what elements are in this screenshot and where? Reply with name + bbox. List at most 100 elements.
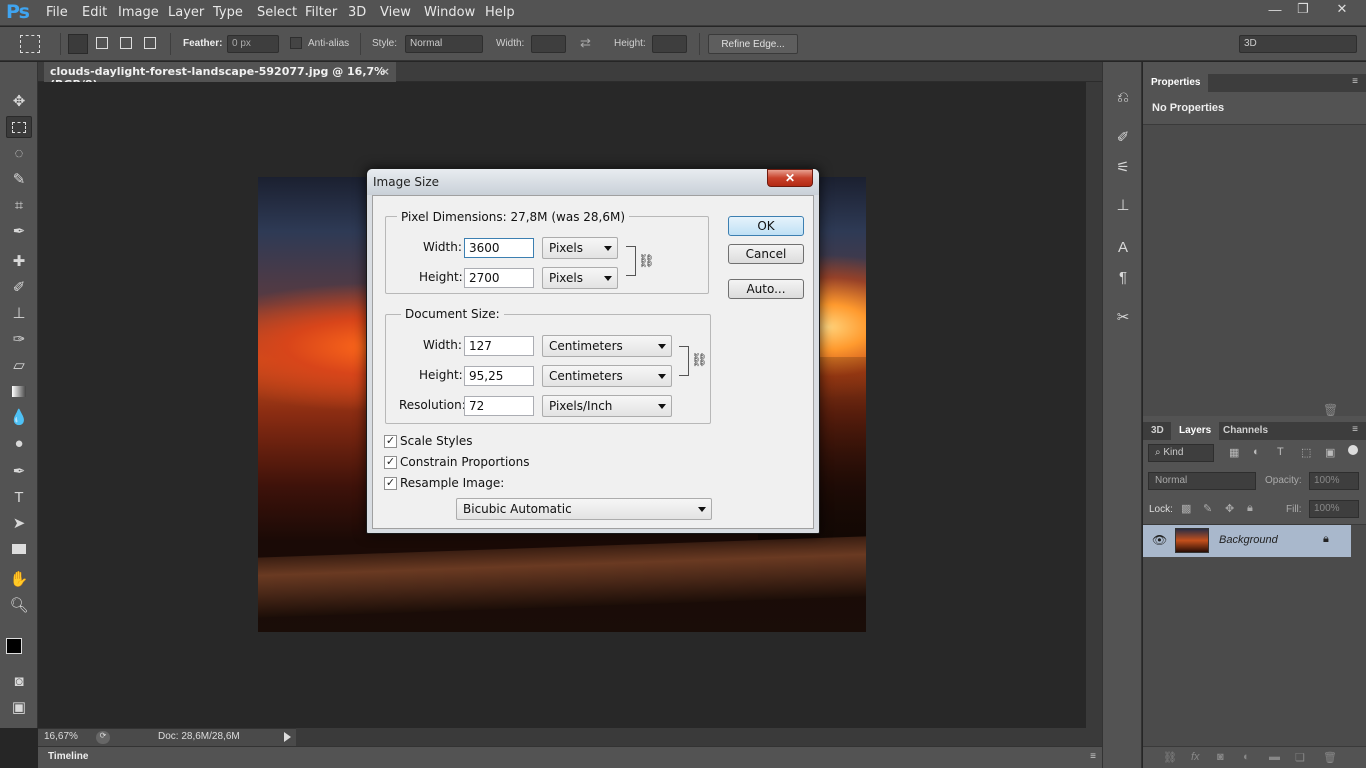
move-tool-icon[interactable]: ✥ [6, 90, 32, 112]
healing-brush-tool-icon[interactable]: ✚ [6, 250, 32, 272]
intersect-selection-icon[interactable] [144, 37, 156, 49]
menu-3d[interactable]: 3D [348, 5, 366, 20]
layer-row-background[interactable]: 👁︎ Background 🔒︎ [1143, 525, 1351, 557]
layer-filter-kind[interactable]: ⌕ Kind [1148, 444, 1214, 462]
constrain-proportions-checkbox[interactable]: ✓ [384, 456, 397, 469]
menu-help[interactable]: Help [485, 5, 515, 20]
link-layers-icon[interactable]: ⛓ [1163, 751, 1177, 764]
scale-styles-checkbox[interactable]: ✓ [384, 435, 397, 448]
menu-view[interactable]: View [380, 5, 411, 20]
pen-tool-icon[interactable]: ✒ [6, 460, 32, 482]
timeline-tab[interactable]: Timeline [48, 751, 88, 762]
dialog-titlebar[interactable]: Image Size ✕ [367, 169, 819, 195]
history-panel-icon[interactable]: ⎌ [1111, 86, 1135, 108]
style-select[interactable]: Normal [405, 35, 483, 53]
history-brush-tool-icon[interactable]: ✑ [6, 328, 32, 350]
status-menu-arrow-icon[interactable] [284, 732, 291, 742]
layer-name[interactable]: Background [1219, 534, 1278, 546]
brush-panel-icon[interactable]: ✐ [1111, 126, 1135, 148]
lock-all-icon[interactable]: 🔒︎ [1247, 502, 1253, 515]
px-width-input[interactable]: 3600 [464, 238, 534, 258]
filter-shape-icon[interactable]: ⬚ [1301, 446, 1311, 459]
filter-adjustment-icon[interactable]: ◐ [1253, 446, 1260, 458]
filter-smart-icon[interactable]: ▣ [1325, 446, 1335, 459]
width-input[interactable] [531, 35, 566, 53]
lock-image-icon[interactable]: ✎ [1203, 502, 1212, 515]
auto-button[interactable]: Auto... [728, 279, 804, 299]
menu-file[interactable]: File [46, 5, 68, 20]
rectangle-tool-icon[interactable] [6, 538, 32, 560]
doc-height-input[interactable]: 95,25 [464, 366, 534, 386]
type-tool-icon[interactable]: T [6, 486, 32, 508]
menu-edit[interactable]: Edit [82, 5, 107, 20]
marquee-tool-preset-icon[interactable] [20, 35, 40, 53]
dialog-close-button[interactable]: ✕ [767, 169, 813, 187]
dodge-tool-icon[interactable]: ● [6, 432, 32, 454]
properties-menu-icon[interactable]: ≡ [1352, 76, 1358, 87]
layer-style-icon[interactable]: fx [1191, 751, 1200, 763]
new-selection-icon[interactable] [68, 34, 88, 54]
vertical-scrollbar[interactable] [1086, 82, 1102, 728]
new-layer-icon[interactable]: ❏ [1295, 751, 1305, 764]
menu-image[interactable]: Image [118, 5, 159, 20]
path-selection-tool-icon[interactable]: ➤ [6, 512, 32, 534]
menu-type[interactable]: Type [213, 5, 243, 20]
tab-channels[interactable]: Channels [1215, 422, 1276, 440]
blend-mode-select[interactable]: Normal [1148, 472, 1256, 490]
paragraph-panel-icon[interactable]: ¶ [1111, 266, 1135, 288]
delete-layer-icon[interactable]: 🗑︎ [1323, 751, 1337, 764]
document-tab[interactable]: clouds-daylight-forest-landscape-592077.… [44, 62, 396, 91]
tab-layers[interactable]: Layers [1171, 422, 1220, 440]
filter-toggle-icon[interactable] [1348, 445, 1358, 455]
cancel-button[interactable]: Cancel [728, 244, 804, 264]
close-tab-icon[interactable]: × [381, 65, 390, 78]
restore-button[interactable]: ❐ [1290, 0, 1316, 18]
close-window-button[interactable]: ✕ [1324, 0, 1360, 18]
brush-tool-icon[interactable]: ✐ [6, 276, 32, 298]
quick-mask-icon[interactable]: ◙ [6, 670, 32, 692]
zoom-level[interactable]: 16,67% [44, 731, 78, 742]
blur-tool-icon[interactable]: 💧 [6, 406, 32, 428]
clone-source-icon[interactable]: ⊥ [1111, 194, 1135, 216]
foreground-color-swatch[interactable] [6, 638, 22, 654]
character-panel-icon[interactable]: A [1111, 236, 1135, 258]
screen-mode-icon[interactable]: ▣ [6, 696, 32, 718]
hand-tool-icon[interactable]: ✋ [6, 568, 32, 590]
menu-filter[interactable]: Filter [305, 5, 337, 20]
eyedropper-tool-icon[interactable]: ✒ [6, 220, 32, 242]
menu-select[interactable]: Select [257, 5, 297, 20]
clone-stamp-tool-icon[interactable]: ⊥ [6, 302, 32, 324]
swap-icon[interactable]: ⇄ [580, 35, 591, 51]
doc-height-unit-select[interactable]: Centimeters [542, 365, 672, 387]
brush-presets-icon[interactable]: ⚟ [1111, 156, 1135, 178]
add-mask-icon[interactable]: ◙ [1217, 751, 1224, 763]
resample-image-checkbox[interactable]: ✓ [384, 477, 397, 490]
tool-presets-icon[interactable]: ✂ [1111, 306, 1135, 328]
properties-delete-icon[interactable]: 🗑︎ [1323, 403, 1338, 417]
marquee-tool-icon[interactable] [6, 116, 32, 138]
workspace-select[interactable]: 3D [1239, 35, 1357, 53]
antialias-checkbox[interactable] [290, 37, 302, 49]
gradient-tool-icon[interactable] [6, 380, 32, 402]
fill-input[interactable]: 100% [1309, 500, 1359, 518]
doc-width-input[interactable]: 127 [464, 336, 534, 356]
new-group-icon[interactable]: ▬ [1269, 751, 1280, 763]
layers-menu-icon[interactable]: ≡ [1352, 424, 1358, 435]
doc-width-unit-select[interactable]: Centimeters [542, 335, 672, 357]
px-width-unit-select[interactable]: Pixels [542, 237, 618, 259]
px-height-unit-select[interactable]: Pixels [542, 267, 618, 289]
filter-pixel-icon[interactable]: ▦ [1229, 446, 1239, 459]
filter-type-icon[interactable]: T [1277, 446, 1284, 458]
layer-visibility-eye-icon[interactable]: 👁︎ [1152, 533, 1167, 547]
lock-transparent-icon[interactable]: ▩ [1181, 502, 1191, 515]
status-info-icon[interactable]: ⟳ [96, 731, 110, 744]
adjustment-layer-icon[interactable]: ◐ [1243, 751, 1250, 763]
menu-window[interactable]: Window [424, 5, 475, 20]
zoom-tool-icon[interactable]: 🔍︎ [6, 594, 32, 616]
tab-3d[interactable]: 3D [1143, 422, 1172, 440]
opacity-input[interactable]: 100% [1309, 472, 1359, 490]
resample-method-select[interactable]: Bicubic Automatic [456, 498, 712, 520]
eraser-tool-icon[interactable]: ▱ [6, 354, 32, 376]
height-input[interactable] [652, 35, 687, 53]
lasso-tool-icon[interactable]: ◌ [6, 142, 32, 164]
